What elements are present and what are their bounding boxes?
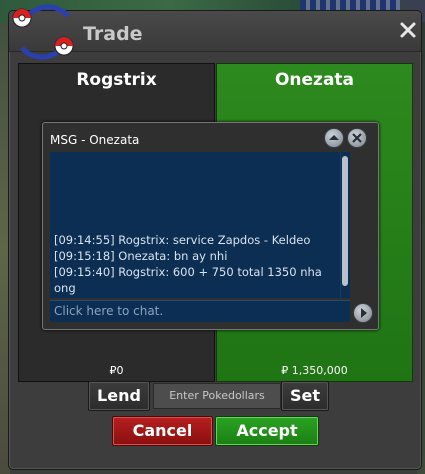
chat-window: MSG - Onezata [09:14:55] Rogstrix: servi… bbox=[42, 122, 379, 330]
chat-scrollbar-thumb[interactable] bbox=[342, 156, 348, 286]
arrow-right-icon[interactable] bbox=[353, 303, 373, 323]
accept-button[interactable]: Accept bbox=[215, 416, 319, 446]
chat-input[interactable]: Click here to chat. bbox=[50, 300, 350, 322]
chat-title: MSG - Onezata bbox=[50, 133, 140, 147]
offer-amount-left: ₽0 bbox=[109, 364, 124, 377]
player-name-left: Rogstrix bbox=[76, 70, 157, 90]
player-name-right: Onezata bbox=[274, 70, 355, 90]
chat-message: [09:15:18] Onezata: bn ay nhi bbox=[54, 249, 228, 263]
chat-close-icon[interactable] bbox=[347, 128, 367, 148]
chat-message: [09:15:40] Rogstrix: 600 + 750 total 135… bbox=[54, 265, 322, 279]
chevron-up-icon[interactable] bbox=[324, 128, 344, 148]
lend-button[interactable]: Lend bbox=[88, 381, 150, 411]
cancel-button[interactable]: Cancel bbox=[112, 416, 213, 446]
chat-message: [09:14:55] Rogstrix: service Zapdos - Ke… bbox=[54, 233, 311, 247]
chat-messages: [09:14:55] Rogstrix: service Zapdos - Ke… bbox=[54, 232, 338, 296]
chat-message: ong bbox=[54, 281, 76, 295]
window-title: Trade bbox=[83, 23, 143, 45]
chat-scrollbar[interactable] bbox=[340, 152, 350, 298]
set-button[interactable]: Set bbox=[281, 381, 329, 411]
chat-log: [09:14:55] Rogstrix: service Zapdos - Ke… bbox=[50, 152, 340, 298]
close-icon[interactable] bbox=[399, 21, 417, 39]
pokeball-trade-logo-icon bbox=[12, 4, 74, 60]
offer-amount-right: ₽ 1,350,000 bbox=[281, 364, 348, 377]
pokedollars-input[interactable]: Enter Pokedollars bbox=[153, 383, 281, 409]
